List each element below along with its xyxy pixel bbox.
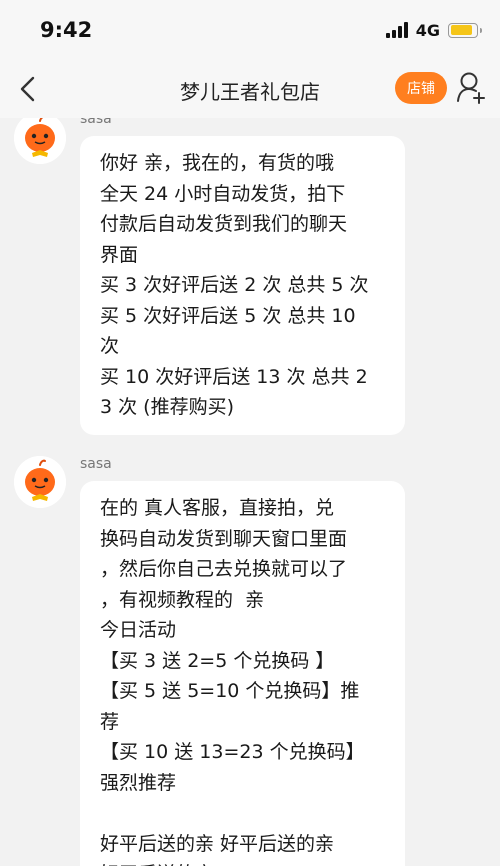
message-line: 3 次 (推荐购买) — [100, 396, 234, 418]
message-line: 买 5 次好评后送 5 次 总共 10 — [100, 304, 356, 327]
avatar[interactable] — [14, 456, 66, 508]
sender-name: sasa — [80, 456, 112, 472]
message-line: 【买 10 送 13=23 个兑换码】 — [100, 741, 365, 763]
network-type: 4G — [415, 20, 440, 40]
message-line: ，有视频教程的 亲 — [100, 588, 265, 611]
sender-name: sasa — [80, 118, 112, 127]
message-line: 好平后送的亲 — [100, 859, 385, 866]
nav-bar: 梦儿王者礼包店 店铺 — [0, 60, 500, 118]
avatar[interactable] — [14, 118, 66, 164]
message-line — [100, 798, 385, 829]
status-time: 9:42 — [40, 18, 93, 42]
message-line: 强烈推荐 — [100, 771, 177, 794]
message-line: 次 — [100, 335, 120, 357]
avatar-icon — [14, 118, 66, 164]
message-line: 荐 — [100, 710, 120, 733]
message-line: 买 3 次好评后送 2 次 总共 5 次 — [100, 274, 369, 296]
battery-icon — [448, 22, 482, 38]
message-line: 换码自动发货到聊天窗口里面 — [100, 527, 348, 550]
status-indicators: 4G — [385, 20, 482, 40]
message-line: 【买 5 送 5=10 个兑换码】推 — [100, 680, 360, 702]
message-line: 今日活动 — [100, 619, 177, 641]
avatar-icon — [14, 456, 66, 508]
battery-fill — [450, 25, 472, 35]
user-icon[interactable] — [455, 70, 487, 106]
message-line: 付款后自动发货到我们的聊天 — [100, 213, 348, 235]
message-line: 界面 — [100, 243, 139, 266]
shop-button[interactable]: 店铺 — [395, 72, 447, 104]
message-bubble[interactable]: 你好 亲，我在的，有货的哦 全天 24 小时自动发货，拍下 付款后自动发货到我们的聊… — [80, 136, 405, 435]
message-line: 【买 3 送 2=5 个兑换码 】 — [100, 649, 335, 672]
chat-area[interactable]: sasa 你好 亲，我在的，有货的哦 全天 24 小时自动发货，拍下 付款后自动发货… — [0, 118, 500, 866]
message-line: 好平后送的亲 好平后送的亲 — [100, 832, 335, 855]
signal-icon — [385, 22, 408, 38]
message-line: 你好 亲，我在的，有货的哦 — [100, 152, 335, 174]
message-line: 在的 真人客服，直接拍，兑 — [100, 497, 335, 519]
message-line: 买 10 次好评后送 13 次 总共 2 — [100, 365, 368, 388]
status-bar: 9:42 4G — [0, 0, 500, 60]
message-line: ，然后你自己去兑换就可以了 — [100, 558, 348, 580]
message-line: 全天 24 小时自动发货，拍下 — [100, 182, 346, 205]
message-bubble[interactable]: 在的 真人客服，直接拍，兑 换码自动发货到聊天窗口里面 ，然后你自己去兑换就可以了 ，… — [80, 481, 405, 866]
